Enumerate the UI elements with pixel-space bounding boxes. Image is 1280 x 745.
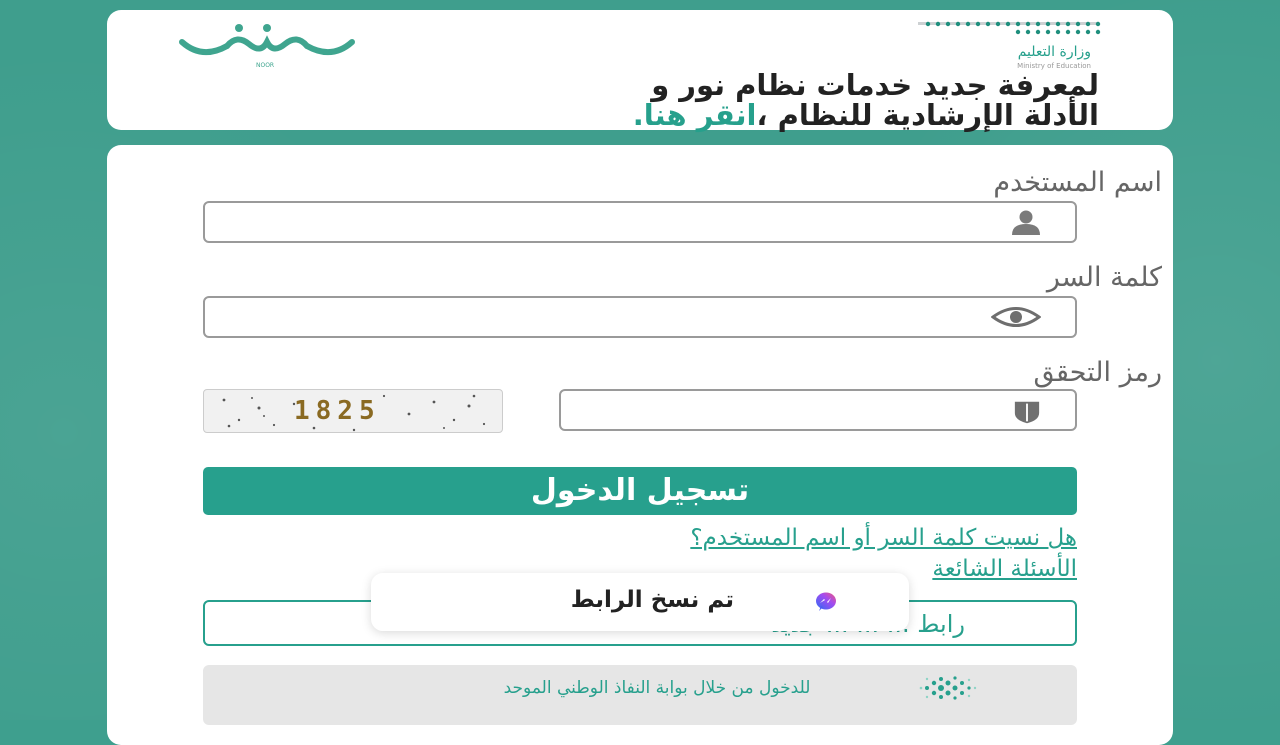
captcha-input[interactable] bbox=[571, 395, 995, 427]
shield-icon bbox=[1014, 401, 1040, 424]
banner-line-2: الأدلة الإرشادية للنظام ،انقر هنا. bbox=[633, 98, 1099, 132]
user-icon bbox=[1012, 210, 1040, 235]
captcha-code: 1825 bbox=[294, 396, 381, 426]
eye-icon[interactable] bbox=[991, 304, 1041, 330]
nafath-label: للدخول من خلال بوابة النفاذ الوطني الموح… bbox=[503, 678, 811, 698]
noor-logo-icon: NOOR bbox=[179, 24, 355, 69]
forgot-credentials-link[interactable]: هل نسيت كلمة السر أو اسم المستخدم؟ bbox=[690, 525, 1077, 551]
nafath-login-button[interactable]: للدخول من خلال بوابة النفاذ الوطني الموح… bbox=[203, 665, 1077, 725]
nafath-logo-icon bbox=[919, 676, 977, 700]
ministry-dots-icon bbox=[918, 21, 1101, 35]
copy-link-toast: تم نسخ الرابط bbox=[371, 573, 909, 631]
username-field[interactable] bbox=[203, 201, 1077, 243]
header-banner: وزارة التعليم Ministry of Education NOOR… bbox=[107, 10, 1173, 132]
login-button[interactable]: تسجيل الدخول bbox=[203, 467, 1077, 515]
captcha-image[interactable]: 1825 bbox=[203, 389, 503, 433]
faq-link[interactable]: الأسئلة الشائعة bbox=[932, 556, 1077, 582]
captcha-field[interactable] bbox=[559, 389, 1077, 431]
ministry-name-ar: وزارة التعليم bbox=[1017, 44, 1091, 60]
svg-text:NOOR: NOOR bbox=[256, 62, 274, 69]
banner-line-1: لمعرفة جديد خدمات نظام نور و bbox=[651, 68, 1099, 102]
banner-click-here-link[interactable]: انقر هنا. bbox=[633, 98, 757, 132]
captcha-label: رمز التحقق bbox=[1033, 357, 1162, 388]
banner-line-2-text: الأدلة الإرشادية للنظام ، bbox=[756, 98, 1099, 132]
messenger-icon bbox=[816, 592, 836, 611]
username-label: اسم المستخدم bbox=[993, 167, 1162, 198]
password-input[interactable] bbox=[215, 302, 995, 334]
password-label: كلمة السر bbox=[1046, 262, 1162, 293]
ministry-logo: وزارة التعليم Ministry of Education bbox=[913, 20, 1103, 70]
noor-logo: NOOR bbox=[177, 20, 357, 70]
password-field[interactable] bbox=[203, 296, 1077, 338]
username-input[interactable] bbox=[215, 207, 995, 239]
toast-message: تم نسخ الرابط bbox=[570, 587, 734, 613]
